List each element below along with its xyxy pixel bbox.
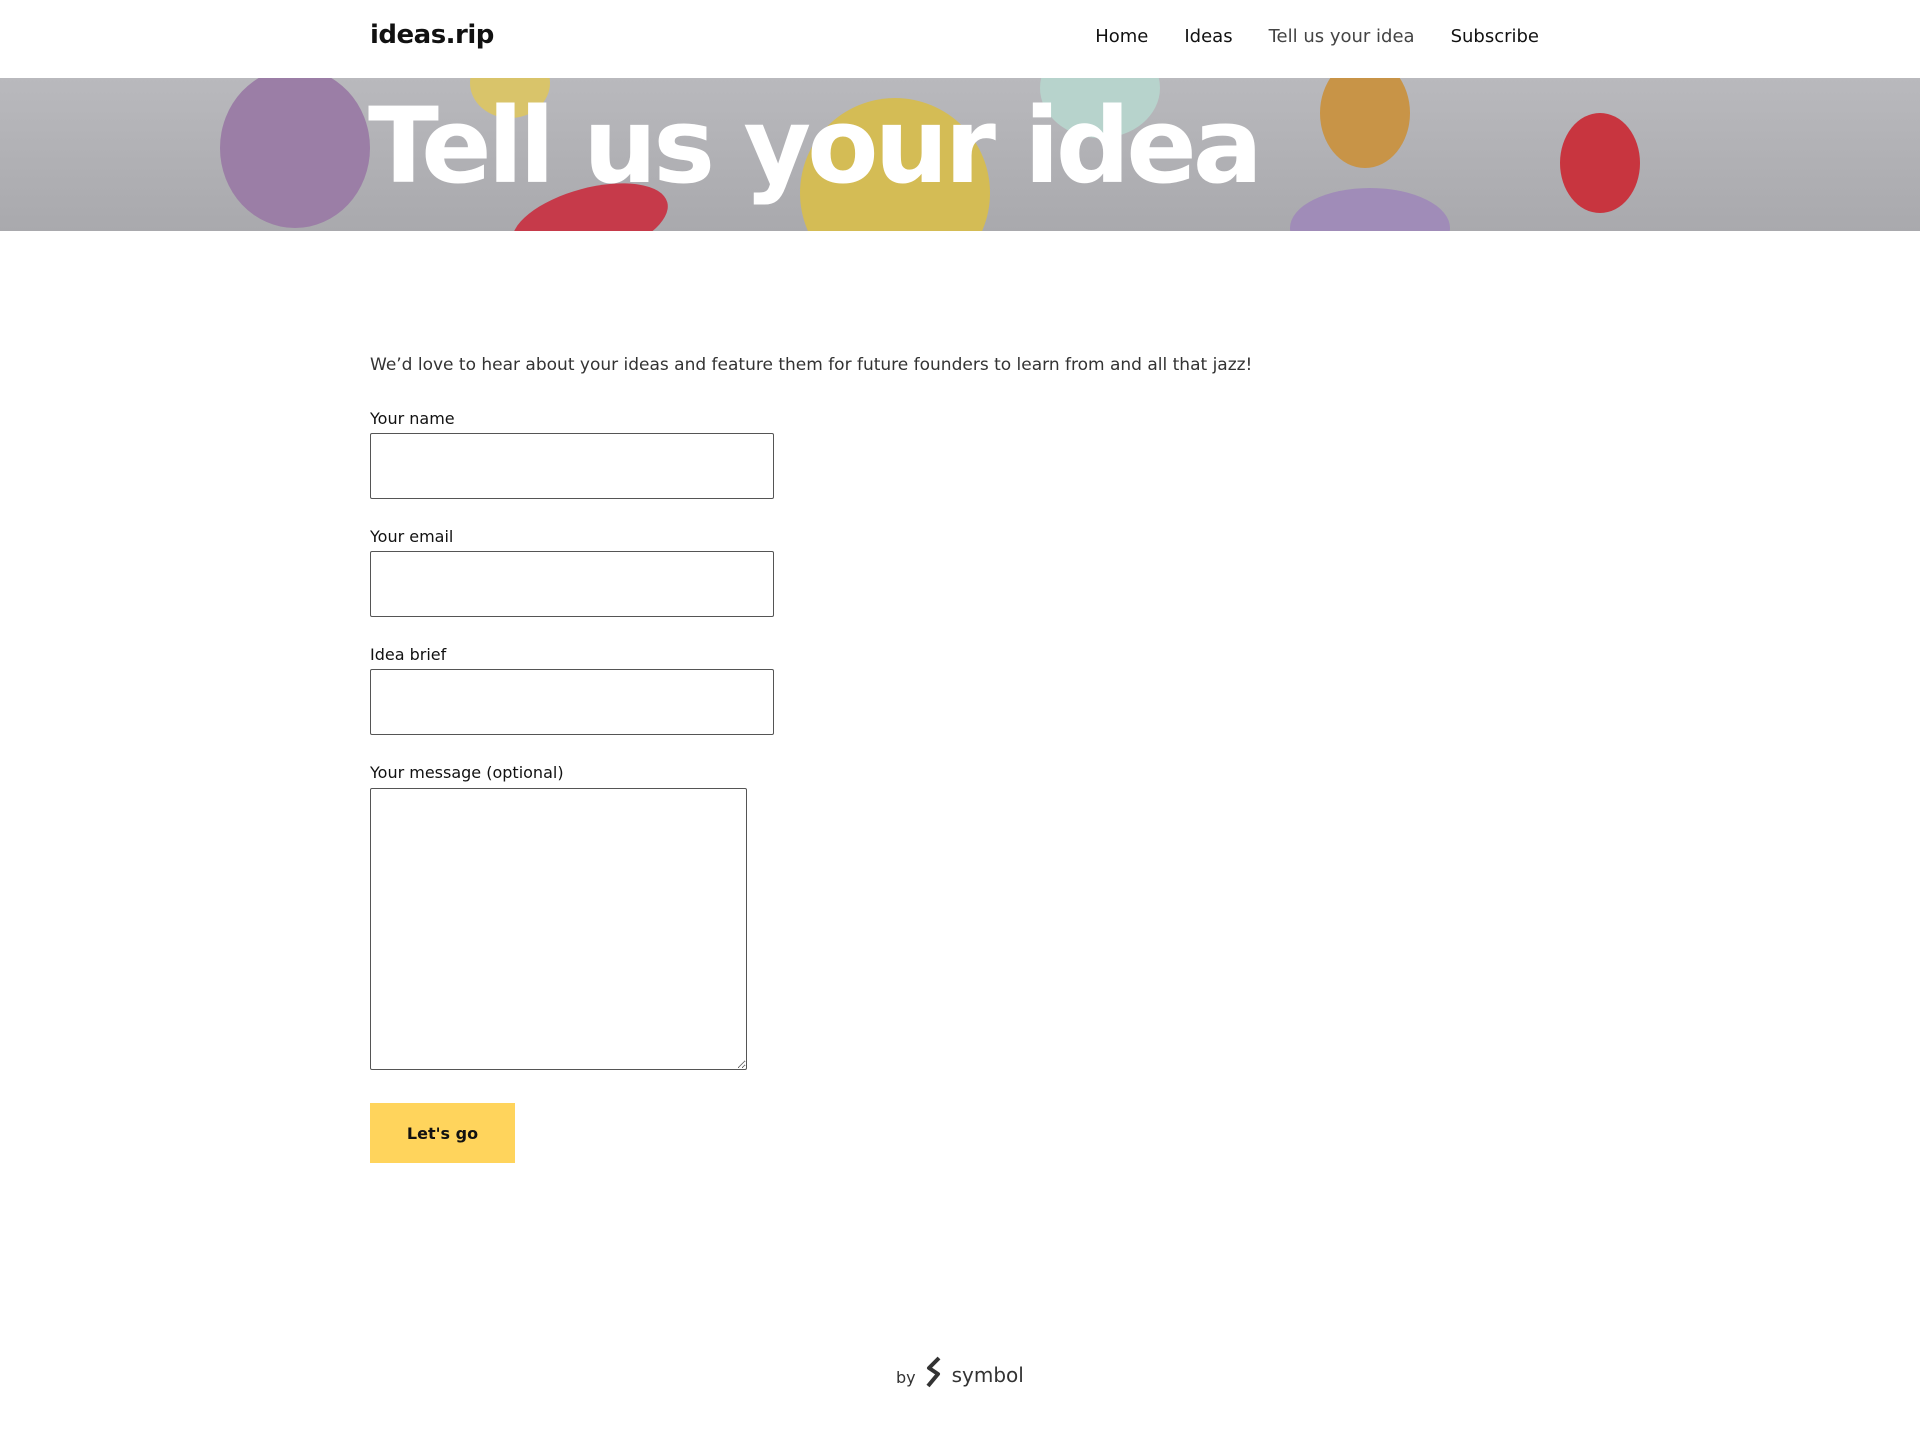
footer-brand-text: symbol <box>951 1362 1024 1387</box>
submit-button[interactable]: Let's go <box>370 1103 515 1163</box>
intro-text: We’d love to hear about your ideas and f… <box>370 355 1253 375</box>
nav-link-tell-us-your-idea[interactable]: Tell us your idea <box>1269 26 1415 47</box>
message-field-label: Your message (optional) <box>370 763 564 782</box>
orange-bulb-image <box>1320 78 1410 168</box>
symbol-logo-icon <box>924 1356 944 1393</box>
footer-credit[interactable]: by symbol <box>896 1356 1024 1393</box>
page-title: Tell us your idea <box>368 85 1263 207</box>
purple-bulb-image <box>220 78 370 228</box>
nav-link-ideas[interactable]: Ideas <box>1184 26 1232 47</box>
name-field[interactable] <box>370 433 774 499</box>
site-logo[interactable]: ideas.rip <box>370 20 494 50</box>
message-textarea[interactable] <box>370 788 747 1070</box>
main-nav: Home Ideas Tell us your idea Subscribe <box>1095 26 1539 47</box>
email-field-label: Your email <box>370 527 454 546</box>
idea-brief-field-label: Idea brief <box>370 645 447 664</box>
red-bulb-right-image <box>1560 113 1640 213</box>
name-field-label: Your name <box>370 409 455 428</box>
lilac-bulb-image <box>1290 188 1450 231</box>
hero-banner: Tell us your idea <box>0 78 1920 231</box>
top-navigation-bar: ideas.rip Home Ideas Tell us your idea S… <box>0 0 1920 78</box>
email-field[interactable] <box>370 551 774 617</box>
page: ideas.rip Home Ideas Tell us your idea S… <box>0 0 1920 1441</box>
idea-brief-field[interactable] <box>370 669 774 735</box>
nav-link-subscribe[interactable]: Subscribe <box>1451 26 1539 47</box>
footer-by-text: by <box>896 1368 916 1387</box>
nav-link-home[interactable]: Home <box>1095 26 1148 47</box>
